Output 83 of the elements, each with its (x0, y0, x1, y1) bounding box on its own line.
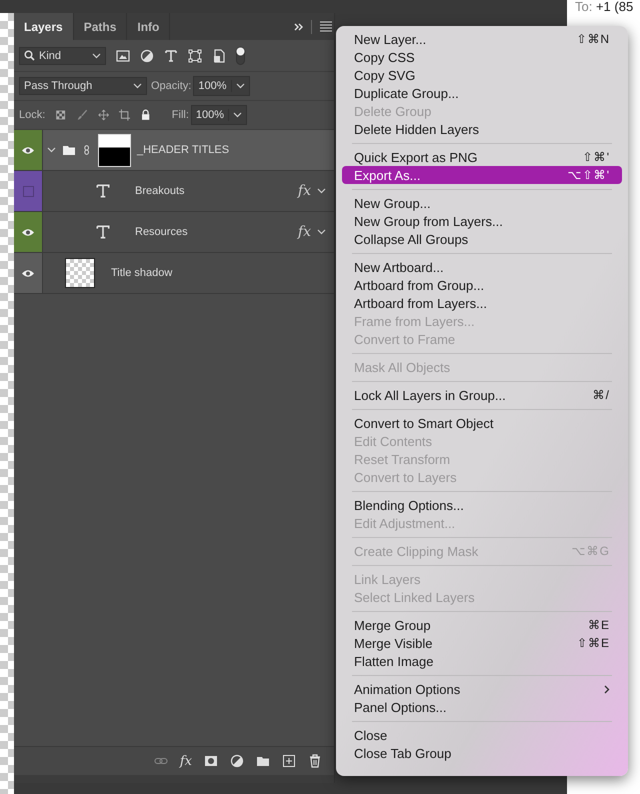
lock-label: Lock: (19, 109, 46, 121)
caret-icon (236, 83, 244, 89)
menu-item[interactable]: Export As... ⌥⇧⌘' (342, 166, 622, 184)
menu-item[interactable]: Animation Options (342, 680, 622, 698)
filter-toggle[interactable] (236, 46, 245, 64)
adjustment-icon[interactable] (230, 754, 244, 768)
menu-item[interactable]: Lock All Layers in Group... ⌘/ (342, 386, 622, 404)
smart-object-filter-icon[interactable] (212, 48, 226, 62)
layer-color-strip[interactable] (14, 130, 43, 170)
menu-item[interactable]: Panel Options... (342, 698, 622, 716)
effects-badge[interactable]: fx (298, 183, 311, 199)
menu-item[interactable]: Collapse All Groups (342, 230, 622, 248)
adjustment-filter-icon[interactable] (140, 48, 154, 62)
crop-icon[interactable] (119, 108, 130, 122)
fill-field[interactable]: 100% (190, 105, 248, 125)
caret-icon (92, 52, 101, 58)
shape-filter-icon[interactable] (188, 48, 202, 62)
visibility-toggle[interactable] (22, 186, 34, 196)
menu-item[interactable]: Copy SVG (342, 66, 622, 84)
trash-icon[interactable] (308, 754, 322, 768)
menu-item[interactable]: Duplicate Group... (342, 84, 622, 102)
fill-label: Fill: (172, 109, 189, 121)
menu-item[interactable]: Blending Options... (342, 496, 622, 514)
lock-pixels-icon[interactable] (55, 108, 67, 122)
layer-name: _HEADER TITLES (137, 144, 230, 156)
panel-tab[interactable]: Paths (74, 13, 128, 40)
eye-icon[interactable] (21, 268, 35, 278)
panel-tab[interactable]: Layers (14, 13, 74, 40)
folder-icon[interactable] (62, 143, 76, 157)
menu-item[interactable]: Artboard from Group... (342, 276, 622, 294)
caret-icon (317, 229, 326, 235)
layer-row[interactable]: _HEADER TITLES (43, 130, 334, 170)
layer-name: Breakouts (135, 185, 186, 197)
type-layer-icon[interactable] (95, 183, 111, 199)
image-filter-icon[interactable] (116, 48, 130, 62)
menu-item[interactable]: Copy CSS (342, 48, 622, 66)
effects-badge[interactable]: fx (298, 224, 311, 240)
menu-item[interactable]: New Group... (342, 194, 622, 212)
caret-icon (317, 188, 326, 194)
caret-icon (233, 112, 242, 118)
layer-thumbnail[interactable] (65, 258, 95, 288)
menu-item[interactable]: New Artboard... (342, 258, 622, 276)
mask-thumbnail[interactable] (98, 134, 131, 166)
new-layer-icon[interactable] (282, 754, 296, 768)
menu-item[interactable]: Delete Hidden Layers (342, 120, 622, 138)
menu-item[interactable]: Flatten Image (342, 652, 622, 670)
panel-tab[interactable]: Info (127, 13, 170, 40)
link-icon[interactable] (82, 143, 92, 157)
menu-item[interactable]: Close Tab Group (342, 744, 622, 762)
folder-icon[interactable] (256, 754, 270, 768)
caret-icon[interactable] (47, 147, 56, 153)
filter-dropdown[interactable]: Kind (19, 46, 106, 64)
menu-item[interactable]: Artboard from Layers... (342, 294, 622, 312)
type-filter-icon[interactable] (164, 48, 178, 62)
opacity-field[interactable]: 100% (193, 76, 250, 96)
brush-icon[interactable] (76, 108, 88, 122)
submenu-chevron-icon (604, 684, 610, 694)
layer-color-strip[interactable] (14, 212, 43, 252)
recipient-line: To: +1 (85 (575, 0, 634, 14)
layer-color-strip[interactable] (14, 253, 43, 293)
type-layer-icon[interactable] (95, 224, 111, 240)
blend-mode-dropdown[interactable]: Pass Through (19, 77, 147, 95)
eye-icon[interactable] (21, 228, 35, 236)
menu-item[interactable]: Quick Export as PNG ⇧⌘' (342, 148, 622, 166)
caret-icon (133, 83, 142, 89)
mask-icon[interactable] (204, 754, 218, 768)
eye-icon[interactable] (21, 146, 35, 154)
double-chevron-icon[interactable] (294, 22, 303, 30)
menu-item[interactable]: Merge Group ⌘E (342, 616, 622, 634)
move-icon[interactable] (98, 108, 110, 122)
search-icon (24, 50, 35, 61)
layer-name: Resources (135, 226, 189, 238)
menu-item[interactable]: Convert to Smart Object (342, 414, 622, 432)
menu-icon[interactable] (320, 21, 332, 32)
menu-item[interactable]: New Group from Layers... (342, 212, 622, 230)
menu-item[interactable]: Close (342, 726, 622, 744)
layer-name: Title shadow (111, 267, 174, 279)
layer-color-strip[interactable] (14, 171, 43, 211)
opacity-label: Opacity: (151, 80, 192, 92)
menu-item[interactable]: Merge Visible ⇧⌘E (342, 634, 622, 652)
add-style-button[interactable]: fx (180, 754, 192, 768)
menu-item[interactable]: New Layer... ⇧⌘N (342, 30, 622, 48)
lock-icon[interactable] (140, 108, 152, 122)
